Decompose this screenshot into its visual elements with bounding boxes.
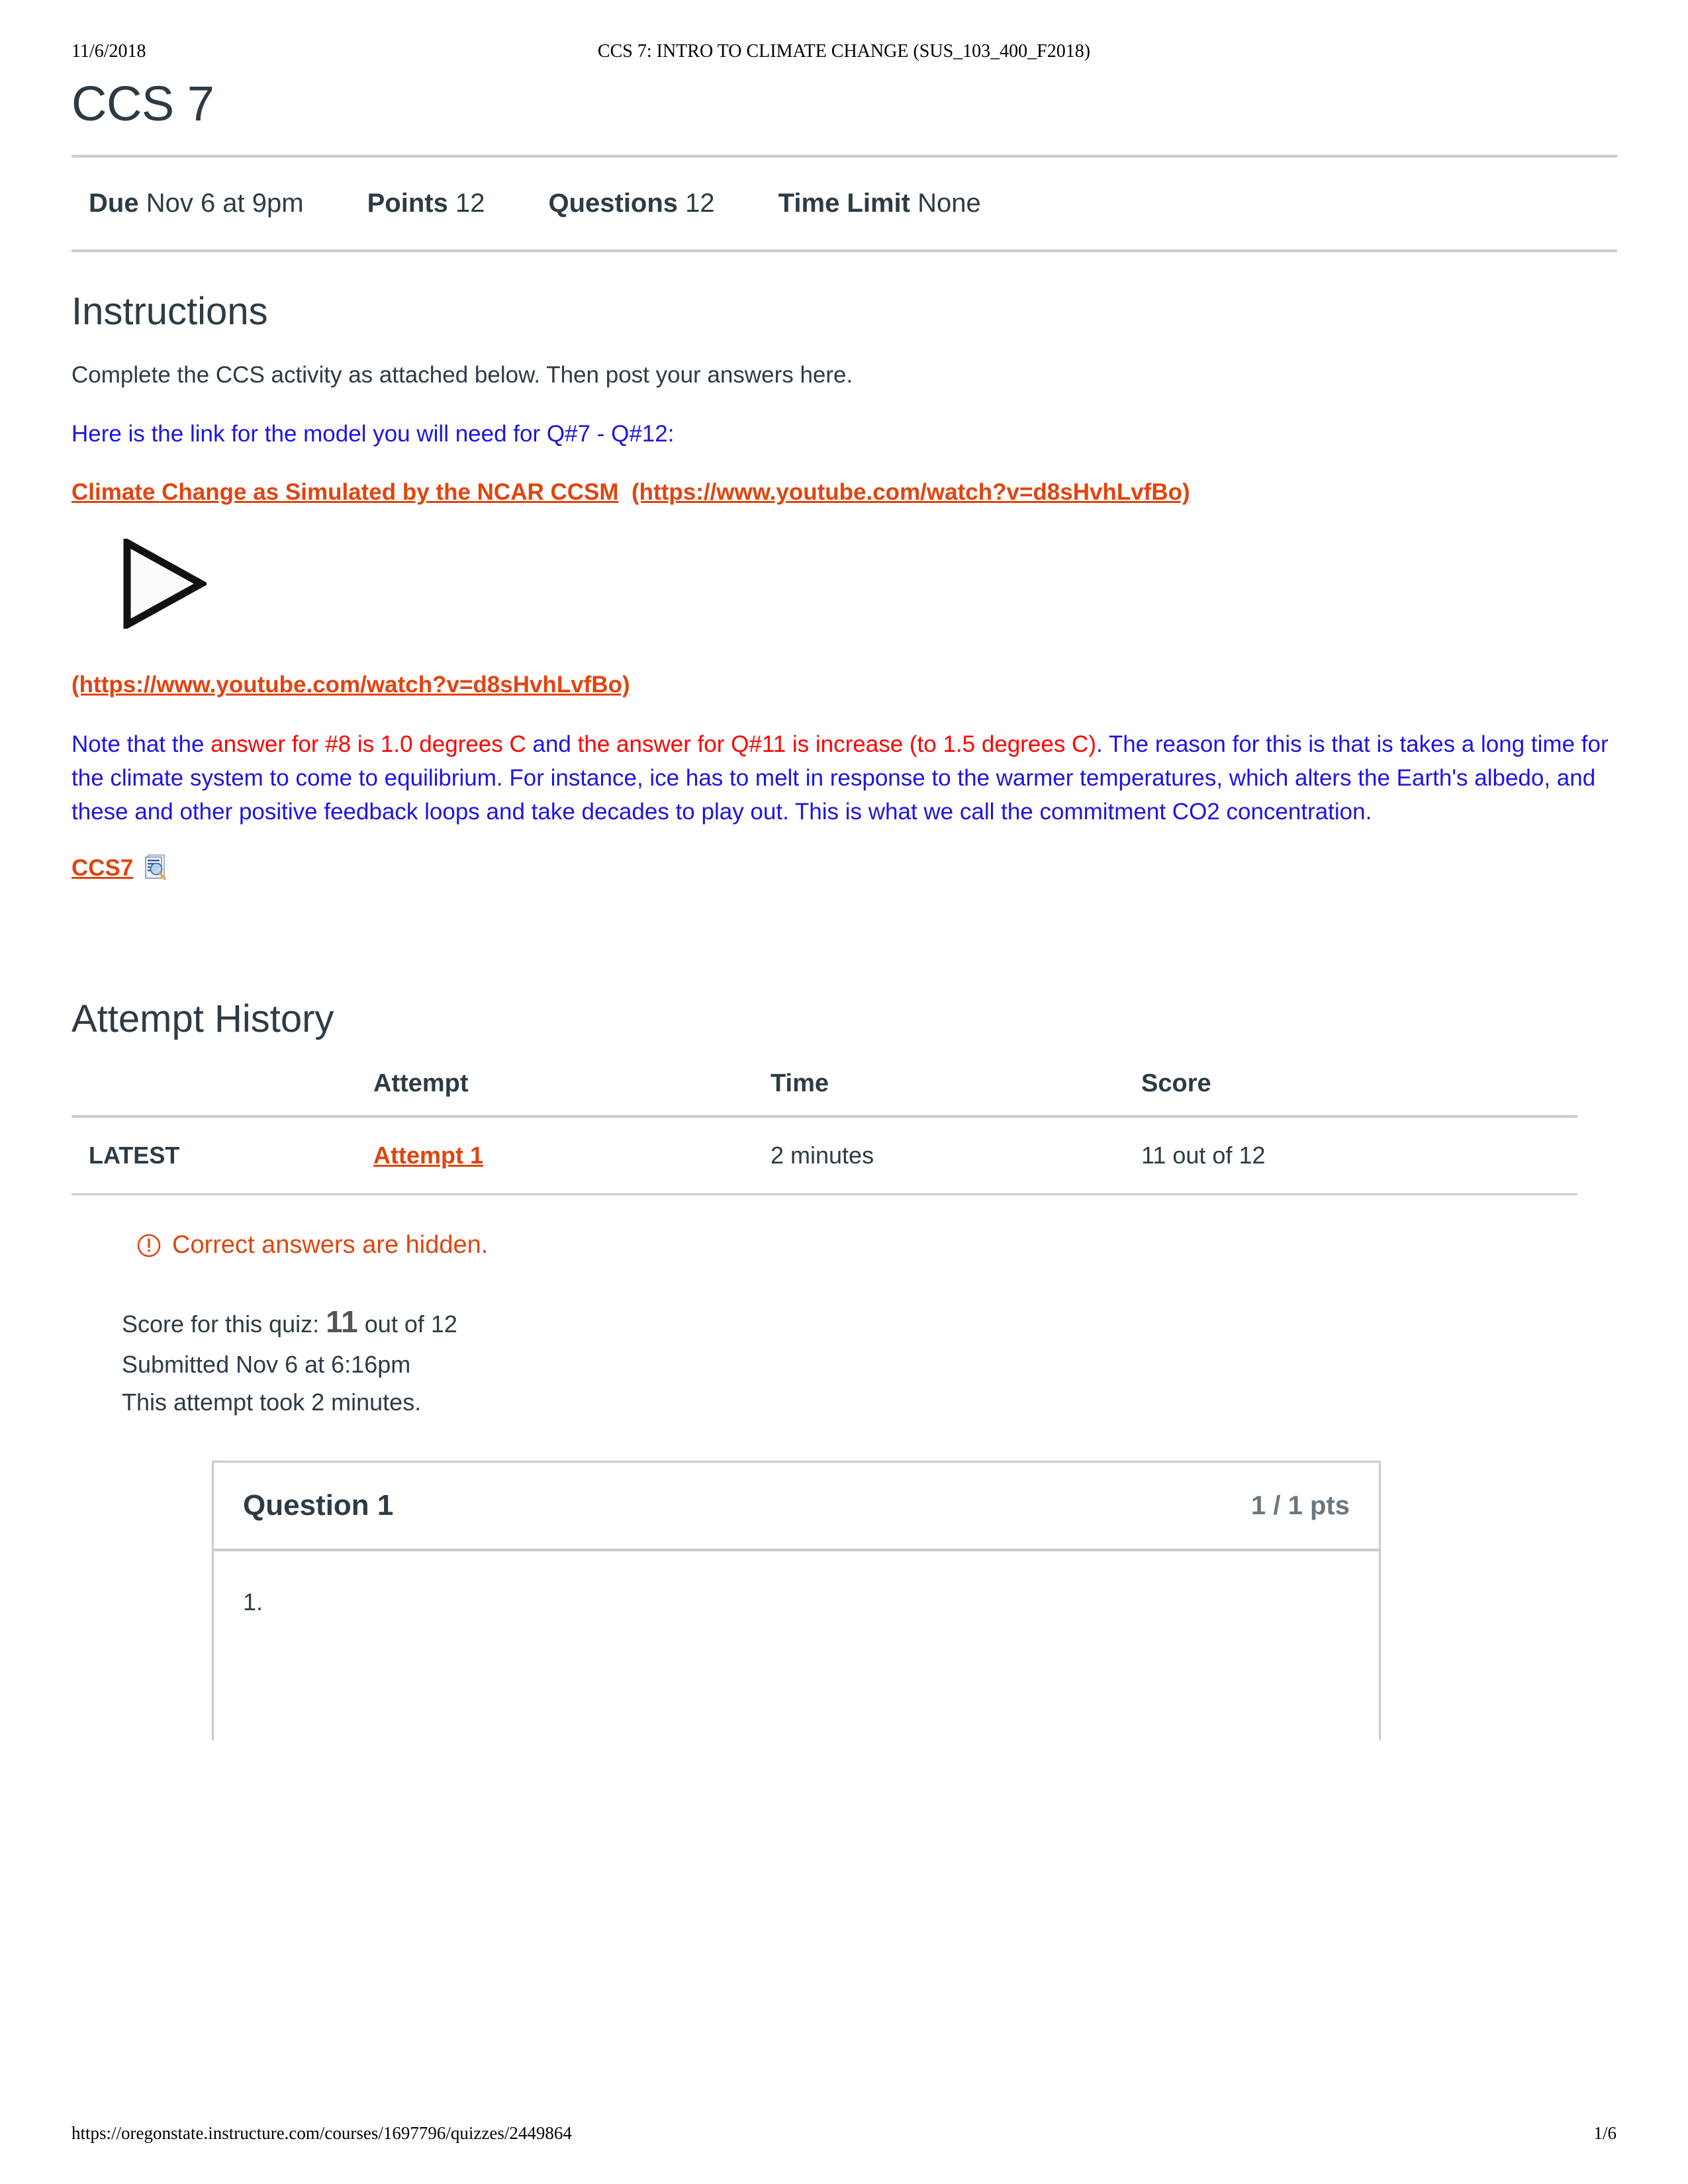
quiz-results: Correct answers are hidden. Score for th… [113,1195,1617,1421]
quiz-detail-points-label: Points [367,189,448,218]
question-1-body: 1. [243,1588,263,1616]
table-row: LATEST Attempt 1 2 minutes 11 out of 12 [71,1116,1577,1195]
instructions-paragraph-1: Complete the CCS activity as attached be… [71,362,853,388]
instructions-note-paragraph: Note that the answer for #8 is 1.0 degre… [71,727,1617,829]
document-preview-icon [145,854,167,880]
attempt-history-table: Attempt Time Score LATEST Attempt 1 2 mi… [71,1063,1577,1195]
score-prefix: Score for this quiz: [122,1310,326,1338]
quiz-detail-points: Points 12 [367,189,485,218]
footer-page-number: 1/6 [1593,2123,1617,2143]
print-footer: https://oregonstate.instructure.com/cour… [0,2123,1688,2146]
quiz-page: CCS 7 Due Nov 6 at 9pm Points 12 Questio… [71,76,1617,1741]
quiz-detail-questions-label: Questions [548,189,679,218]
attempt-history-heading: Attempt History [71,997,334,1041]
video-title-link[interactable]: Climate Change as Simulated by the NCAR … [71,479,619,505]
instructions-heading: Instructions [71,290,268,334]
quiz-detail-points-value: 12 [455,189,485,218]
quiz-detail-questions: Questions 12 [548,189,714,218]
video-url-repeat-line: (https://www.youtube.com/watch?v=d8sHvhL… [71,668,1617,702]
submitted-line: Submitted Nov 6 at 6:16pm [122,1350,411,1378]
attachment-link-ccs7[interactable]: CCS7 [71,855,133,882]
print-course-title: CCS 7: INTRO TO CLIMATE CHANGE (SUS_103_… [597,41,1091,62]
column-header-score: Score [1141,1069,1211,1097]
column-header-time: Time [771,1069,829,1097]
quiz-detail-time-limit-value: None [917,189,981,218]
quiz-detail-due-value: Nov 6 at 9pm [146,189,304,218]
quiz-detail-due: Due Nov 6 at 9pm [89,189,304,218]
attempt-history-tbody: LATEST Attempt 1 2 minutes 11 out of 12 [71,1116,1577,1195]
quiz-details: Due Nov 6 at 9pm Points 12 Questions 12 … [71,158,1617,250]
hidden-answers-notice: Correct answers are hidden. [113,1231,1617,1259]
note-segment-3: and [526,731,578,757]
question-1-box: Question 1 1 / 1 pts 1. [212,1461,1381,1741]
question-1-name: Question 1 [243,1489,394,1522]
spacer-before-attempt-history [71,899,1617,998]
video-link-line: Climate Change as Simulated by the NCAR … [71,476,1617,510]
warning-circle-icon [137,1234,161,1257]
note-segment-4-red: the answer for Q#11 is increase (to 1.5 … [577,731,1096,757]
attempt-time-cell: 2 minutes [771,1142,874,1169]
question-1-header: Question 1 1 / 1 pts [214,1463,1379,1552]
note-segment-1: Note that the [71,731,211,757]
column-header-kept [71,1063,373,1116]
page-title: CCS 7 [71,76,214,131]
attempt-score-cell: 11 out of 12 [1141,1142,1266,1169]
score-value: 11 [326,1304,358,1339]
hidden-answers-text: Correct answers are hidden. [172,1231,489,1259]
duration-line: This attempt took 2 minutes. [122,1388,422,1416]
score-summary: Score for this quiz: 11 out of 12 Submit… [113,1298,1617,1421]
quiz-detail-questions-value: 12 [685,189,715,218]
attempt-1-link[interactable]: Attempt 1 [373,1142,483,1169]
column-header-attempt: Attempt [373,1069,469,1097]
attempt-cell: Attempt 1 [373,1116,771,1195]
question-1-points: 1 / 1 pts [1251,1490,1350,1520]
video-url-link[interactable]: (https://www.youtube.com/watch?v=d8sHvhL… [632,479,1190,505]
quiz-detail-time-limit-label: Time Limit [778,189,910,218]
attempt-history-header-row: Attempt Time Score [71,1063,1577,1116]
score-line: Score for this quiz: 11 out of 12 [122,1298,1617,1346]
note-segment-2-red: answer for #8 is 1.0 degrees C [211,731,526,757]
print-header: 11/6/2018 CCS 7: INTRO TO CLIMATE CHANGE… [0,41,1688,64]
attempt-kept-badge: LATEST [89,1142,180,1169]
instructions-paragraph-2: Here is the link for the model you will … [71,421,675,447]
footer-url: https://oregonstate.instructure.com/cour… [71,2123,572,2143]
video-url-repeat-link[interactable]: (https://www.youtube.com/watch?v=d8sHvhL… [71,672,630,698]
quiz-detail-time-limit: Time Limit None [778,189,981,218]
score-suffix: out of 12 [357,1310,457,1338]
play-triangle-icon[interactable] [122,539,207,629]
attempt-history-thead: Attempt Time Score [71,1063,1577,1116]
attachment-line: CCS7 [71,854,1617,883]
quiz-detail-due-label: Due [89,189,139,218]
video-thumbnail[interactable] [122,539,1617,629]
